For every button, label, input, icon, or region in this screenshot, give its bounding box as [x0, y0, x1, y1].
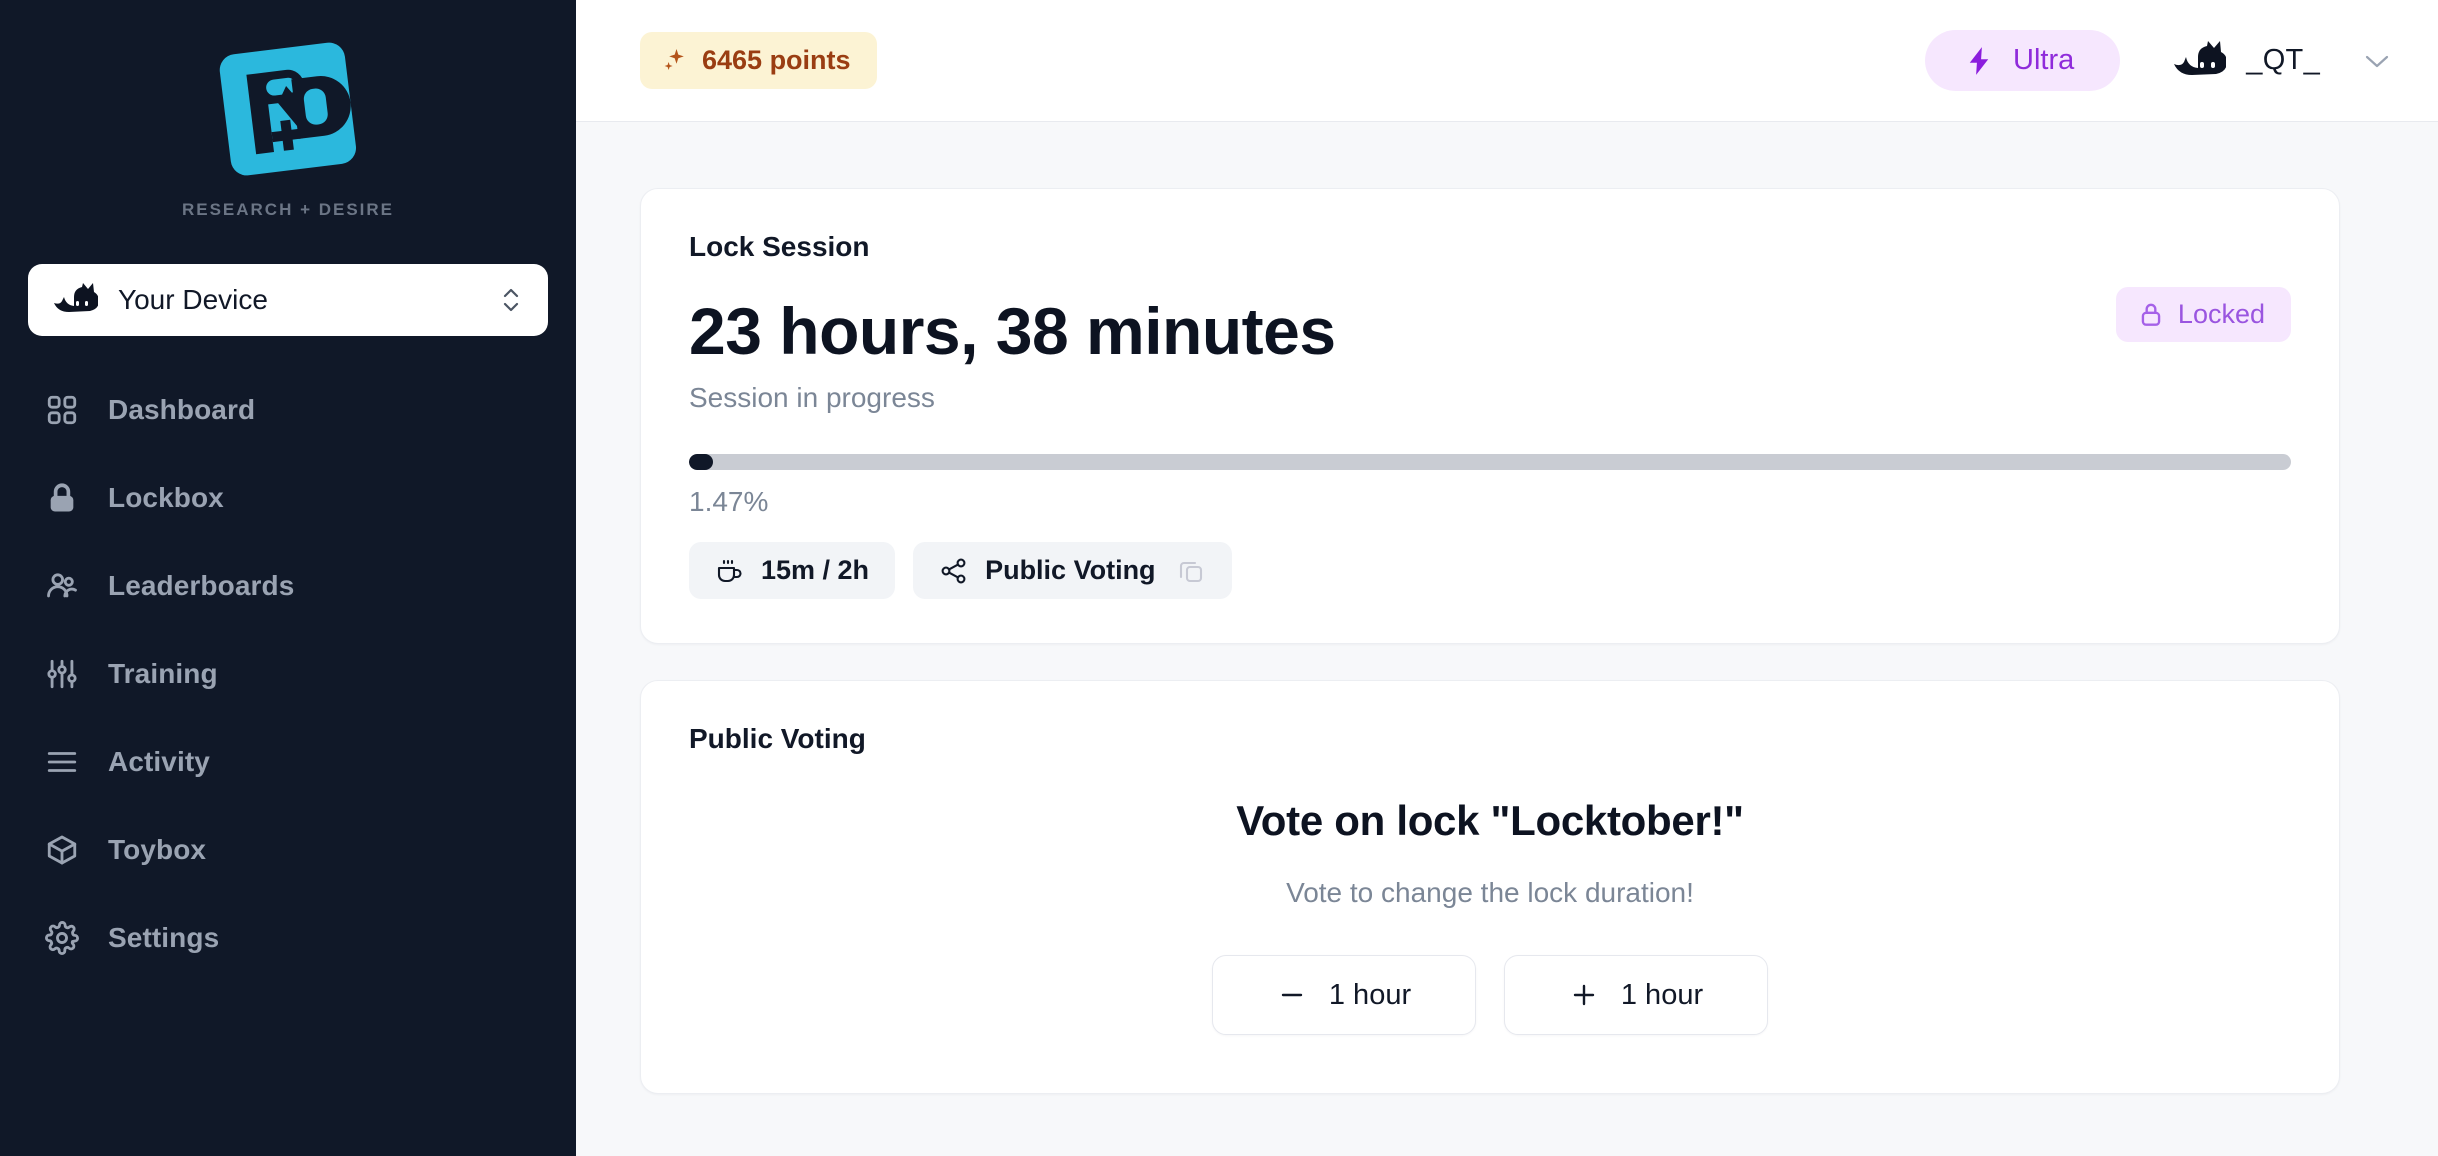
ultra-label: Ultra: [2013, 44, 2075, 76]
sidebar-item-training[interactable]: Training: [0, 630, 576, 718]
lock-session-card: Lock Session 23 hours, 38 minutes Sessio…: [640, 188, 2340, 645]
chevron-up-down-icon[interactable]: [500, 283, 522, 317]
app-root: RESEARCH + DESIRE Your Device Dashboard …: [0, 0, 2438, 1156]
progress-bar[interactable]: [689, 454, 2291, 471]
topbar: 6465 points Ultra _QT_: [576, 0, 2438, 122]
points-label: 6465 points: [702, 45, 851, 75]
users-icon: [42, 566, 82, 606]
sidebar-item-lockbox[interactable]: Lockbox: [0, 454, 576, 542]
break-time-chip[interactable]: 15m / 2h: [689, 542, 896, 600]
sidebar-item-label: Settings: [108, 922, 220, 953]
vote-increase-label: 1 hour: [1620, 978, 1704, 1011]
vote-decrease-button[interactable]: 1 hour: [1212, 955, 1476, 1036]
main-area: 6465 points Ultra _QT_ Lock Session 23 h…: [576, 0, 2438, 1156]
lock-icon: [2138, 301, 2164, 329]
sidebar-item-settings[interactable]: Settings: [0, 894, 576, 982]
points-badge[interactable]: 6465 points: [640, 32, 877, 89]
sidebar-item-toybox[interactable]: Toybox: [0, 806, 576, 894]
brand-block: RESEARCH + DESIRE: [0, 0, 576, 220]
status-badge: Locked: [2115, 287, 2291, 342]
sidebar-item-label: Toybox: [108, 834, 207, 865]
progress-percent: 1.47%: [689, 486, 769, 518]
sidebar-nav: Dashboard Lockbox Leaderboards Training …: [0, 366, 576, 982]
lock-session-chips: 15m / 2h Public Voting: [689, 542, 2291, 600]
public-voting-chip[interactable]: Public Voting: [913, 542, 1232, 600]
sidebar-item-label: Leaderboards: [108, 570, 295, 601]
rd-logo-icon: [209, 34, 367, 186]
lock-session-duration: 23 hours, 38 minutes: [689, 294, 1336, 368]
device-selector-label: Your Device: [118, 284, 268, 315]
public-voting-card: Public Voting Vote on lock "Locktober!" …: [640, 680, 2340, 1095]
grid-icon: [42, 390, 82, 430]
vote-subtitle: Vote to change the lock duration!: [1286, 877, 1694, 909]
vote-decrease-label: 1 hour: [1328, 978, 1412, 1011]
sparkles-icon: [662, 48, 688, 74]
brand-tagline: RESEARCH + DESIRE: [181, 200, 395, 219]
status-badge-label: Locked: [2177, 299, 2265, 329]
lock-session-header: Lock Session 23 hours, 38 minutes Sessio…: [689, 231, 2291, 414]
chevron-down-icon[interactable]: [2362, 51, 2392, 71]
account-menu[interactable]: _QT_: [2172, 40, 2392, 81]
cat-icon: [2172, 40, 2227, 81]
coffee-mug-icon: [715, 556, 745, 586]
cat-icon: [52, 283, 98, 317]
box-icon: [42, 830, 82, 870]
copy-icon[interactable]: [1176, 556, 1206, 586]
gear-icon: [42, 918, 82, 958]
lock-session-info: Lock Session 23 hours, 38 minutes Sessio…: [689, 231, 2116, 414]
sidebar-item-leaderboards[interactable]: Leaderboards: [0, 542, 576, 630]
plus-icon: [1569, 980, 1599, 1010]
sidebar: RESEARCH + DESIRE Your Device Dashboard …: [0, 0, 576, 1156]
device-selector[interactable]: Your Device: [28, 264, 548, 336]
sliders-icon: [42, 654, 82, 694]
progress-bar-fill: [689, 454, 713, 471]
account-name: _QT_: [2246, 44, 2320, 76]
lock-session-title: Lock Session: [689, 231, 870, 262]
public-voting-chip-label: Public Voting: [985, 555, 1156, 586]
share-icon: [939, 556, 969, 586]
sidebar-item-label: Training: [108, 658, 218, 689]
break-time-label: 15m / 2h: [761, 555, 870, 586]
lock-icon: [42, 478, 82, 518]
public-voting-body: Vote on lock "Locktober!" Vote to change…: [689, 755, 2291, 1036]
vote-increase-button[interactable]: 1 hour: [1504, 955, 1768, 1036]
sidebar-item-label: Dashboard: [108, 394, 256, 425]
ultra-badge[interactable]: Ultra: [1925, 30, 2121, 91]
lock-session-status: Session in progress: [689, 382, 935, 414]
public-voting-title: Public Voting: [689, 723, 866, 755]
lightning-bolt-icon: [1965, 46, 1993, 76]
vote-heading: Vote on lock "Locktober!": [1236, 797, 1744, 845]
vote-buttons: 1 hour 1 hour: [1212, 955, 1768, 1036]
sidebar-item-label: Activity: [108, 746, 210, 777]
sidebar-item-label: Lockbox: [108, 482, 224, 513]
menu-lines-icon: [42, 742, 82, 782]
minus-icon: [1277, 980, 1307, 1010]
sidebar-item-dashboard[interactable]: Dashboard: [0, 366, 576, 454]
sidebar-item-activity[interactable]: Activity: [0, 718, 576, 806]
content-area: Lock Session 23 hours, 38 minutes Sessio…: [576, 122, 2438, 1156]
